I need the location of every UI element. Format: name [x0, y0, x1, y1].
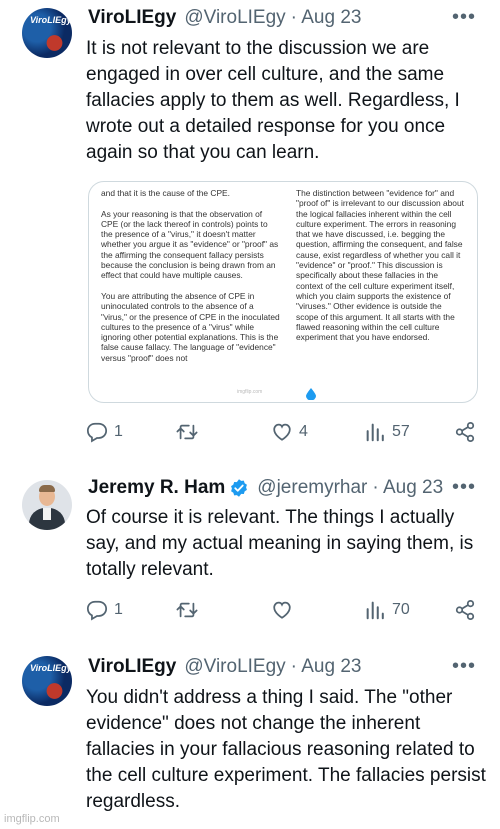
tweet-actions: 1 70	[86, 599, 486, 625]
views-chart-icon	[366, 423, 384, 442]
tweet-text: You didn't address a thing I said. The "…	[86, 687, 486, 812]
author-name[interactable]: ViroLIEgy	[88, 656, 176, 678]
media-watermark: imgflip.com	[237, 389, 263, 395]
reply-icon	[86, 422, 108, 443]
author-handle[interactable]: @jeremyrhar	[257, 477, 367, 499]
tweet-date[interactable]: · Aug 23	[291, 656, 362, 678]
like-button[interactable]: 4	[271, 421, 308, 443]
tweet-header: ViroLIEgy @ViroLIEgy · Aug 23	[88, 653, 361, 681]
tweet-2[interactable]: Jeremy R. Ham @jeremyrhar · Aug 23 ••• O…	[0, 470, 500, 640]
view-count: 70	[392, 601, 410, 618]
view-count: 57	[392, 423, 410, 440]
more-horizontal-icon[interactable]: •••	[452, 6, 476, 29]
reply-count: 1	[114, 423, 123, 440]
retweet-icon	[176, 602, 198, 618]
share-icon	[455, 599, 475, 621]
share-button[interactable]	[454, 421, 476, 443]
heart-icon	[273, 601, 291, 619]
retweet-button[interactable]	[176, 599, 204, 621]
reply-count: 1	[114, 601, 123, 618]
verified-badge-icon	[231, 479, 248, 497]
share-icon	[455, 421, 475, 443]
views-button[interactable]: 57	[364, 421, 410, 443]
retweet-button[interactable]	[176, 421, 204, 443]
share-button[interactable]	[454, 599, 476, 621]
more-horizontal-icon[interactable]: •••	[452, 655, 476, 678]
tweet-text: It is not relevant to the discussion we …	[86, 38, 460, 163]
views-button[interactable]: 70	[364, 599, 410, 621]
more-horizontal-icon[interactable]: •••	[452, 476, 476, 499]
author-name[interactable]: Jeremy R. Ham	[88, 477, 225, 499]
avatar[interactable]: ViroLIEgy	[22, 656, 72, 706]
avatar-logo-text: ViroLIEgy	[30, 15, 72, 25]
media-text-right: The distinction between "evidence for" a…	[296, 188, 464, 343]
author-name[interactable]: ViroLIEgy	[88, 7, 176, 29]
tweet-3[interactable]: ViroLIEgy ViroLIEgy @ViroLIEgy · Aug 23 …	[0, 648, 500, 829]
avatar-logo-text: ViroLIEgy	[30, 663, 72, 673]
like-count: 4	[299, 423, 308, 440]
tweet-date[interactable]: · Aug 23	[372, 477, 443, 499]
author-handle[interactable]: @ViroLIEgy	[184, 656, 285, 678]
media-text-left: and that it is the cause of the CPE. As …	[101, 188, 280, 363]
views-chart-icon	[366, 601, 384, 620]
author-handle[interactable]: @ViroLIEgy	[184, 7, 285, 29]
tweet-text: Of course it is relevant. The things I a…	[86, 507, 474, 580]
reply-button[interactable]: 1	[86, 599, 123, 621]
tweet-1[interactable]: ViroLIEgy ViroLIEgy @ViroLIEgy · Aug 23 …	[0, 0, 500, 455]
like-button[interactable]	[271, 599, 299, 621]
tweet-actions: 1 4 57	[86, 421, 486, 447]
avatar[interactable]: ViroLIEgy	[22, 8, 72, 58]
tweet-header: ViroLIEgy @ViroLIEgy · Aug 23	[88, 4, 361, 32]
retweet-icon	[176, 424, 198, 440]
tweet-media-image[interactable]: and that it is the cause of the CPE. As …	[88, 181, 478, 403]
reply-button[interactable]: 1	[86, 421, 123, 443]
heart-icon	[273, 423, 291, 441]
droplet-icon	[306, 388, 316, 400]
tweet-header: Jeremy R. Ham @jeremyrhar · Aug 23	[88, 474, 443, 502]
avatar[interactable]	[22, 480, 72, 530]
reply-icon	[86, 600, 108, 621]
tweet-date[interactable]: · Aug 23	[291, 7, 362, 29]
imgflip-watermark: imgflip.com	[4, 813, 60, 825]
